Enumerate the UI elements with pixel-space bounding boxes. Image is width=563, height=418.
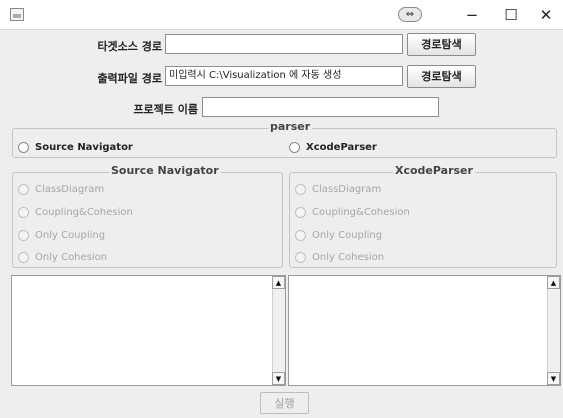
- radio-button[interactable]: [18, 141, 29, 153]
- parser-group-title: parser: [268, 120, 313, 133]
- target-source-field[interactable]: [165, 34, 403, 54]
- radio-button[interactable]: [18, 206, 29, 218]
- xcode-parser-group-title: XcodeParser: [393, 164, 475, 177]
- minimize-button[interactable]: −: [456, 3, 488, 27]
- project-name-field[interactable]: [202, 97, 439, 117]
- radio-button[interactable]: [295, 183, 306, 195]
- radio-xcode-parser[interactable]: XcodeParser: [289, 140, 377, 154]
- run-button[interactable]: 실행: [260, 392, 309, 414]
- radio-button[interactable]: [295, 206, 306, 218]
- java-app-icon: [10, 8, 24, 21]
- radio-button[interactable]: [18, 229, 29, 241]
- radio-button[interactable]: [295, 229, 306, 241]
- left-vertical-scrollbar[interactable]: [272, 276, 285, 385]
- close-button[interactable]: ✕: [530, 3, 562, 27]
- browse-output-button[interactable]: 경로탐색: [407, 65, 476, 88]
- radio-button[interactable]: [18, 251, 29, 263]
- output-path-field[interactable]: 미입력시 C:\Visualization 에 자동 생성: [165, 66, 403, 86]
- right-scroll-down-icon[interactable]: ▼: [547, 372, 560, 385]
- browse-target-button[interactable]: 경로탐색: [407, 33, 476, 56]
- sn-option-only-coupling[interactable]: Only Coupling: [18, 228, 105, 242]
- left-scroll-up-icon[interactable]: ▲: [272, 276, 285, 289]
- xp-option-only-coupling[interactable]: Only Coupling: [295, 228, 382, 242]
- radio-button[interactable]: [18, 183, 29, 195]
- project-name-label: 프로젝트 이름: [133, 103, 198, 116]
- left-scroll-down-icon[interactable]: ▼: [272, 372, 285, 385]
- radio-button[interactable]: [295, 251, 306, 263]
- maximize-button[interactable]: ☐: [495, 3, 527, 27]
- target-source-label: 타겟소스 경로: [97, 40, 162, 53]
- right-vertical-scrollbar[interactable]: [547, 276, 560, 385]
- radio-button[interactable]: [289, 141, 300, 153]
- radio-source-navigator[interactable]: Source Navigator: [18, 140, 133, 154]
- sn-option-only-cohesion[interactable]: Only Cohesion: [18, 250, 107, 264]
- xcode-parser-output-area[interactable]: [288, 275, 561, 386]
- sn-option-class-diagram[interactable]: ClassDiagram: [18, 182, 104, 196]
- output-path-label: 출력파일 경로: [97, 72, 162, 85]
- xp-option-coupling-cohesion[interactable]: Coupling&Cohesion: [295, 205, 410, 219]
- xp-option-class-diagram[interactable]: ClassDiagram: [295, 182, 381, 196]
- source-navigator-output-area[interactable]: [11, 275, 286, 386]
- resize-icon[interactable]: ⇔: [398, 7, 422, 22]
- right-scroll-up-icon[interactable]: ▲: [547, 276, 560, 289]
- xp-option-only-cohesion[interactable]: Only Cohesion: [295, 250, 384, 264]
- sn-option-coupling-cohesion[interactable]: Coupling&Cohesion: [18, 205, 133, 219]
- source-navigator-group-title: Source Navigator: [109, 164, 221, 177]
